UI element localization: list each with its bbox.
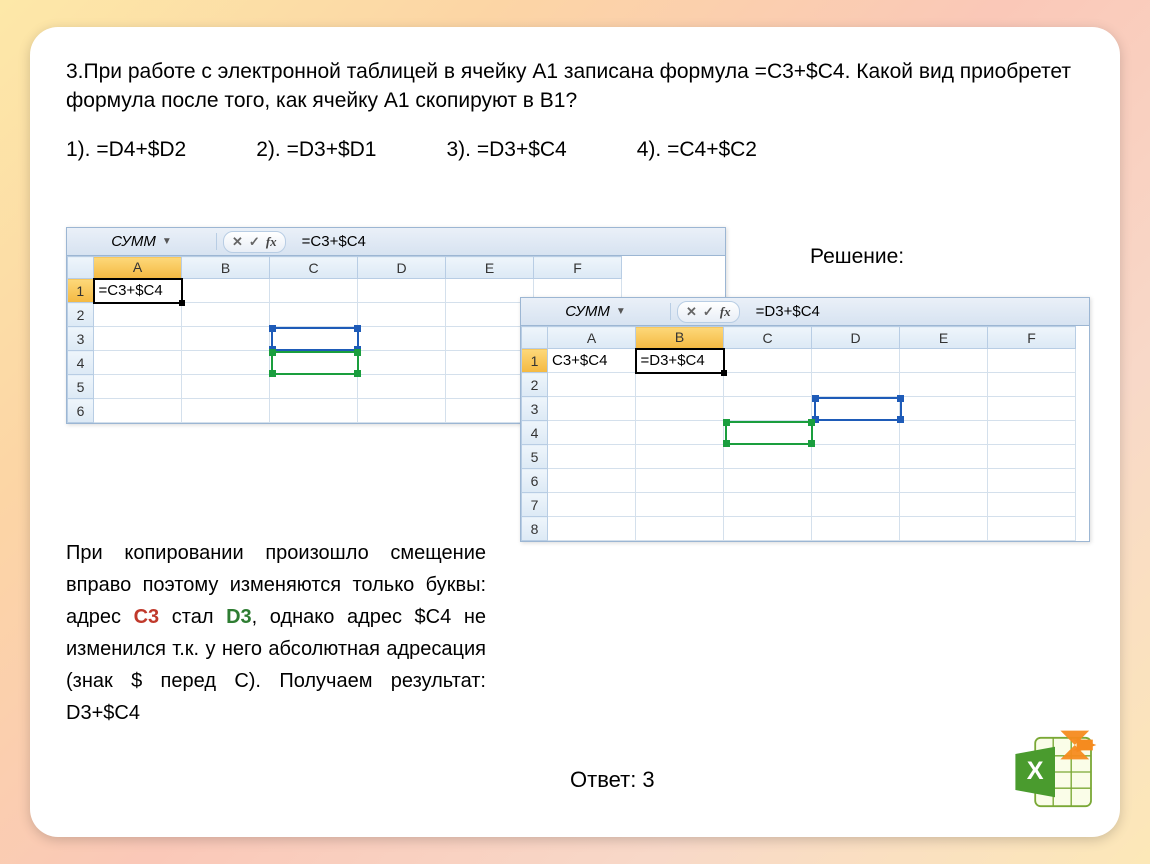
row-header-4[interactable]: 4 — [68, 351, 94, 375]
cell-A1[interactable]: =C3+$C4 — [94, 279, 182, 303]
name-box[interactable]: СУММ ▼ — [67, 233, 217, 250]
col-header-A[interactable]: A — [94, 257, 182, 279]
option-2: 2). =D3+$D1 — [256, 138, 376, 162]
formula-input[interactable]: =C3+$C4 — [292, 233, 725, 250]
dropdown-icon[interactable]: ▼ — [162, 236, 172, 247]
col-header-C[interactable]: C — [724, 327, 812, 349]
highlight-c3: C3 — [134, 606, 160, 628]
cell-B1[interactable] — [182, 279, 270, 303]
reference-highlight-blue — [271, 327, 359, 351]
explanation-text: При копировании произошло смещение вправ… — [66, 537, 486, 729]
col-header-D[interactable]: D — [812, 327, 900, 349]
select-all-corner[interactable] — [522, 327, 548, 349]
excel-icon: X — [1010, 727, 1100, 817]
slide: 3.При работе с электронной таблицей в яч… — [30, 27, 1120, 837]
excel-screenshot-2: СУММ ▼ ✕ ✓ fx =D3+$C4 A B C D E F — [520, 297, 1090, 542]
row-header-1[interactable]: 1 — [68, 279, 94, 303]
reference-highlight-blue — [814, 397, 902, 421]
svg-text:X: X — [1027, 757, 1044, 785]
reference-highlight-green — [725, 421, 813, 445]
col-header-D[interactable]: D — [358, 257, 446, 279]
question-text: 3.При работе с электронной таблицей в яч… — [66, 57, 1084, 116]
col-header-B[interactable]: B — [182, 257, 270, 279]
fx-icon[interactable]: fx — [720, 304, 731, 320]
select-all-corner[interactable] — [68, 257, 94, 279]
answer-options: 1). =D4+$D2 2). =D3+$D1 3). =D3+$C4 4). … — [66, 138, 1084, 162]
cancel-icon[interactable]: ✕ — [686, 304, 697, 320]
fx-icon[interactable]: fx — [266, 234, 277, 250]
enter-icon[interactable]: ✓ — [703, 304, 714, 320]
row-header-5[interactable]: 5 — [68, 375, 94, 399]
explanation-part: стал — [159, 606, 226, 628]
option-1: 1). =D4+$D2 — [66, 138, 186, 162]
row-header-1[interactable]: 1 — [522, 349, 548, 373]
option-4: 4). =C4+$C2 — [637, 138, 757, 162]
cell-B1[interactable]: =D3+$C4 — [636, 349, 724, 373]
formula-buttons: ✕ ✓ fx — [677, 301, 740, 323]
row-header-8[interactable]: 8 — [522, 517, 548, 541]
row-header-2[interactable]: 2 — [522, 373, 548, 397]
cancel-icon[interactable]: ✕ — [232, 234, 243, 250]
row-header-3[interactable]: 3 — [68, 327, 94, 351]
formula-bar: СУММ ▼ ✕ ✓ fx =C3+$C4 — [67, 228, 725, 256]
formula-buttons: ✕ ✓ fx — [223, 231, 286, 253]
row-header-6[interactable]: 6 — [522, 469, 548, 493]
cell-D1[interactable] — [358, 279, 446, 303]
highlight-d3: D3 — [226, 606, 252, 628]
answer-text: Ответ: 3 — [570, 767, 655, 793]
row-header-3[interactable]: 3 — [522, 397, 548, 421]
formula-input[interactable]: =D3+$C4 — [746, 303, 1089, 320]
row-header-5[interactable]: 5 — [522, 445, 548, 469]
name-box-value: СУММ — [565, 303, 610, 320]
row-header-7[interactable]: 7 — [522, 493, 548, 517]
col-header-A[interactable]: A — [548, 327, 636, 349]
col-header-E[interactable]: E — [900, 327, 988, 349]
name-box[interactable]: СУММ ▼ — [521, 303, 671, 320]
col-header-F[interactable]: F — [988, 327, 1076, 349]
reference-highlight-green — [271, 351, 359, 375]
row-header-4[interactable]: 4 — [522, 421, 548, 445]
cell-A1[interactable]: C3+$C4 — [548, 349, 636, 373]
enter-icon[interactable]: ✓ — [249, 234, 260, 250]
col-header-B[interactable]: B — [636, 327, 724, 349]
row-header-6[interactable]: 6 — [68, 399, 94, 423]
row-header-2[interactable]: 2 — [68, 303, 94, 327]
col-header-E[interactable]: E — [446, 257, 534, 279]
solution-heading: Решение: — [810, 245, 904, 269]
dropdown-icon[interactable]: ▼ — [616, 306, 626, 317]
cell-C1[interactable] — [270, 279, 358, 303]
name-box-value: СУММ — [111, 233, 156, 250]
option-3: 3). =D3+$C4 — [447, 138, 567, 162]
formula-bar: СУММ ▼ ✕ ✓ fx =D3+$C4 — [521, 298, 1089, 326]
col-header-F[interactable]: F — [534, 257, 622, 279]
col-header-C[interactable]: C — [270, 257, 358, 279]
